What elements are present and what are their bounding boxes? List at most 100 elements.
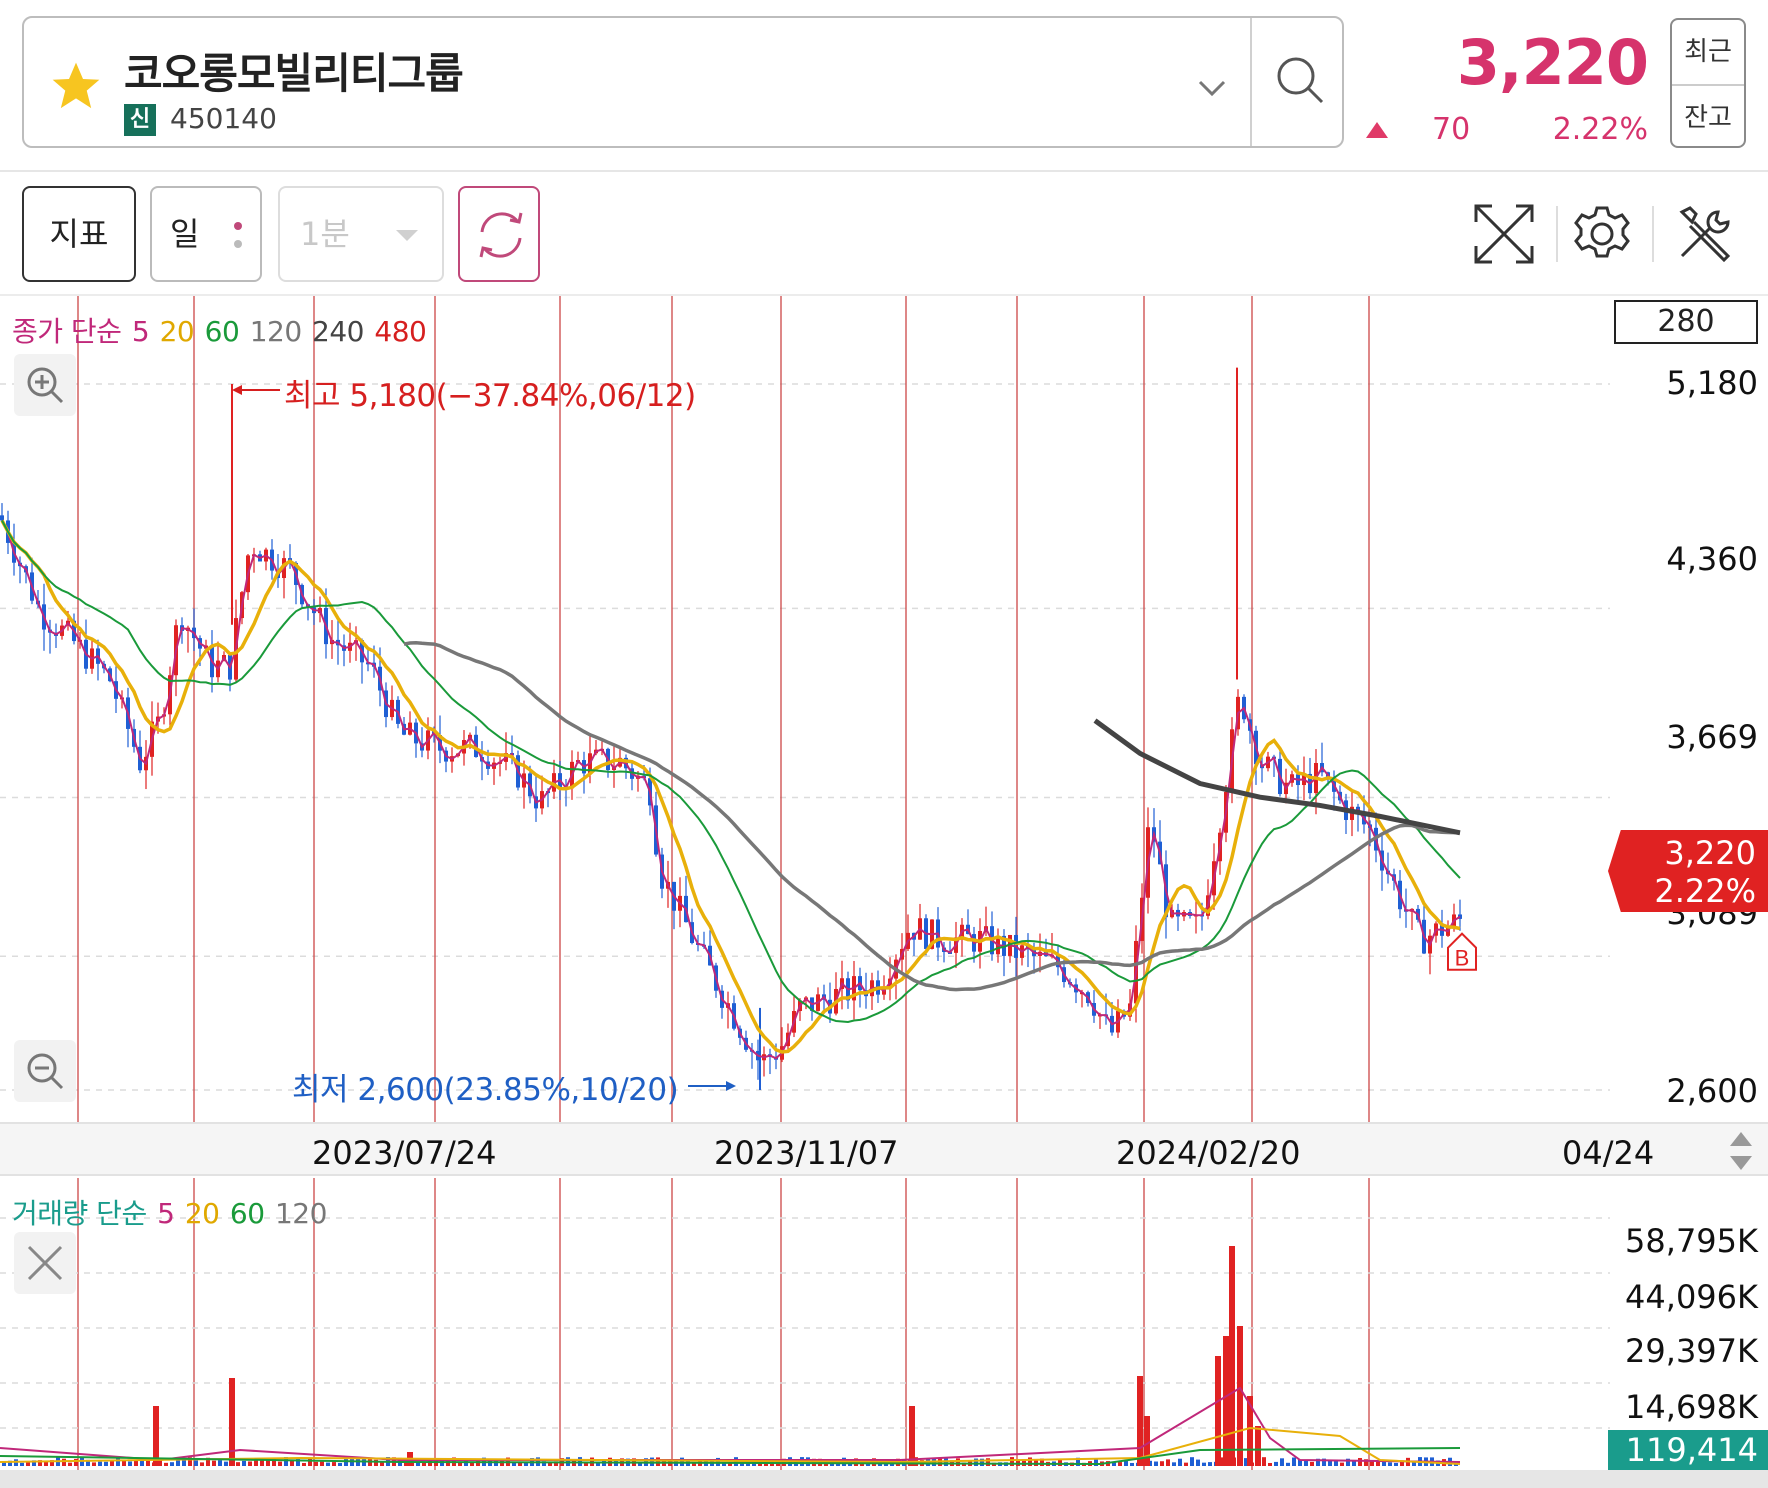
divider — [1556, 206, 1558, 262]
volume-bar — [1412, 1462, 1416, 1466]
vol-axis-label: 29,397K — [1625, 1332, 1758, 1370]
vol-legend-ma60: 60 — [229, 1197, 265, 1230]
x-axis-date: 2024/02/20 — [1116, 1134, 1301, 1172]
volume-bar — [356, 1458, 360, 1466]
legend-ma240: 240 — [312, 315, 364, 348]
bottom-band — [0, 1470, 1768, 1488]
volume-bar — [1154, 1461, 1158, 1466]
volume-bar — [1094, 1459, 1098, 1466]
price-chart[interactable]: B — [0, 296, 1610, 1122]
volume-bar — [1130, 1462, 1134, 1466]
zoom-out-icon — [27, 1053, 64, 1090]
chevron-down-icon[interactable] — [1194, 70, 1230, 106]
volume-bar — [1280, 1458, 1284, 1466]
vol-axis-label: 14,698K — [1625, 1388, 1758, 1426]
volume-bar — [128, 1461, 132, 1466]
tools-icon[interactable] — [1670, 198, 1742, 270]
balance-button[interactable]: 잔고 — [1672, 86, 1744, 150]
search-icon — [1277, 57, 1324, 104]
favorite-star-icon[interactable] — [48, 58, 104, 114]
volume-bar — [229, 1378, 235, 1466]
credit-badge: 신 — [124, 104, 156, 136]
y-axis-label: 5,180 — [1666, 364, 1758, 402]
current-price-tag-value: 3,220 — [1664, 834, 1756, 872]
period-day-button[interactable]: 일 — [150, 186, 262, 282]
stock-code: 450140 — [170, 102, 277, 135]
volume-bar — [1208, 1462, 1212, 1466]
divider — [0, 170, 1768, 172]
volume-bar — [278, 1461, 282, 1466]
current-price-tag: 3,220 2.22% — [1608, 830, 1768, 912]
volume-bar — [1202, 1462, 1206, 1466]
recent-button[interactable]: 최근 — [1672, 20, 1744, 84]
volume-bar — [98, 1461, 102, 1466]
volume-bar — [320, 1461, 324, 1466]
volume-bar — [153, 1406, 159, 1466]
refresh-button[interactable] — [458, 186, 540, 282]
volume-bar — [1255, 1426, 1261, 1466]
stock-name: 코오롱모빌리티그룹 — [124, 49, 464, 98]
vol-legend-ma20: 20 — [184, 1197, 220, 1230]
vol-axis-label: 44,096K — [1625, 1278, 1758, 1316]
volume-bar — [1184, 1462, 1188, 1466]
volume-bar — [236, 1462, 240, 1466]
minute-select[interactable]: 1분 — [278, 186, 444, 282]
vol-axis-label: 58,795K — [1625, 1222, 1758, 1260]
volume-bar — [218, 1460, 222, 1466]
volume-bar — [104, 1461, 108, 1466]
volume-bar — [1178, 1458, 1182, 1466]
volume-bar — [1166, 1459, 1170, 1466]
volume-bar — [314, 1461, 318, 1466]
volume-bar — [1286, 1462, 1290, 1466]
volume-bar — [1237, 1326, 1243, 1466]
volume-bar — [224, 1461, 228, 1466]
vol-legend-ma120: 120 — [274, 1197, 327, 1230]
vol-legend-ma5: 5 — [157, 1197, 175, 1230]
x-axis-date: 04/24 — [1562, 1134, 1655, 1172]
search-button[interactable] — [1252, 18, 1344, 146]
price-ma-legend: 종가 단순 5 20 60 120 240 480 — [12, 310, 428, 350]
volume-bar — [302, 1462, 306, 1466]
scale-box[interactable]: 280 — [1614, 300, 1758, 344]
period-label: 일 — [170, 215, 200, 253]
legend-ma60: 60 — [204, 315, 240, 348]
legend-prefix: 종가 단순 — [12, 315, 122, 348]
volume-bar — [974, 1458, 978, 1466]
buy-marker-label: B — [1455, 946, 1470, 971]
price-change-pct: 2.22% — [1552, 112, 1648, 147]
close-volume-button[interactable] — [14, 1232, 76, 1294]
zoom-in-button[interactable] — [14, 354, 76, 416]
candle-body — [0, 515, 4, 521]
gear-icon[interactable] — [1566, 198, 1638, 270]
moving-average-line — [1, 520, 1461, 1024]
stock-selector[interactable]: 코오롱모빌리티그룹 신 450140 — [22, 16, 1344, 148]
fullscreen-icon[interactable] — [1468, 198, 1540, 270]
high-annotation: 최고 5,180(−37.84%,06/12) — [284, 378, 696, 414]
volume-bar — [1394, 1462, 1398, 1466]
volume-bar — [248, 1461, 252, 1466]
price-change: 70 — [1432, 112, 1471, 147]
volume-bar — [326, 1462, 330, 1466]
volume-bar — [656, 1457, 660, 1466]
volume-bar — [338, 1462, 342, 1466]
volume-bar — [986, 1458, 990, 1466]
minute-label: 1분 — [300, 215, 350, 253]
volume-bar — [909, 1406, 915, 1466]
zoom-out-button[interactable] — [14, 1040, 76, 1102]
volume-bar — [1137, 1376, 1143, 1466]
legend-ma120: 120 — [249, 315, 302, 348]
scroll-arrows-icon[interactable] — [1726, 1130, 1756, 1172]
volume-bar — [1358, 1457, 1362, 1466]
volume-bar — [308, 1458, 312, 1466]
moving-average-line — [1, 520, 1461, 1060]
caret-down-icon — [396, 230, 418, 241]
volume-bar — [956, 1458, 960, 1466]
volume-bar — [194, 1460, 198, 1466]
volume-bar — [344, 1458, 348, 1466]
volume-bar — [1328, 1460, 1332, 1466]
volume-bar — [1196, 1459, 1200, 1466]
moving-average-line — [0, 519, 1461, 1054]
volume-bar — [1352, 1461, 1356, 1466]
high-arrow-head — [232, 385, 242, 395]
indicator-button[interactable]: 지표 — [22, 186, 136, 282]
